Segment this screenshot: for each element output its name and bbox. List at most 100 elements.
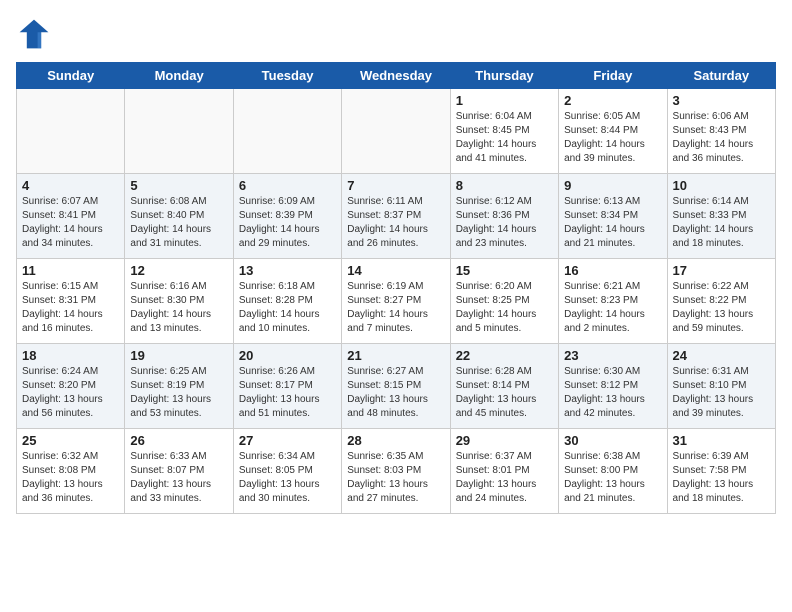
day-info: Sunrise: 6:09 AM Sunset: 8:39 PM Dayligh… — [239, 195, 336, 251]
calendar-cell: 4 Sunrise: 6:07 AM Sunset: 8:41 PM Daylig… — [17, 174, 125, 259]
calendar-cell: 21Sunrise: 6:27 AM Sunset: 8:15 PM Dayli… — [342, 344, 450, 429]
calendar-cell: 19 Sunrise: 6:25 AM Sunset: 8:19 PM Dayli… — [125, 344, 233, 429]
calendar-week-row: 4 Sunrise: 6:07 AM Sunset: 8:41 PM Daylig… — [17, 174, 776, 259]
calendar-header-row: Sunday Monday Tuesday Wednesday Thursday… — [17, 63, 776, 89]
day-info: Sunrise: 6:22 AM Sunset: 8:22 PM Dayligh… — [673, 280, 770, 336]
day-number: 5 — [130, 178, 227, 193]
day-number: 14 — [347, 263, 444, 278]
calendar-cell: 27Sunrise: 6:34 AM Sunset: 8:05 PM Dayli… — [233, 429, 341, 514]
day-info: Sunrise: 6:14 AM Sunset: 8:33 PM Dayligh… — [673, 195, 770, 251]
day-info: Sunrise: 6:32 AM Sunset: 8:08 PM Dayligh… — [22, 450, 119, 506]
day-info: Sunrise: 6:38 AM Sunset: 8:00 PM Dayligh… — [564, 450, 661, 506]
day-number: 19 — [130, 348, 227, 363]
day-info: Sunrise: 6:24 AM Sunset: 8:20 PM Dayligh… — [22, 365, 119, 421]
page: Sunday Monday Tuesday Wednesday Thursday… — [0, 0, 792, 524]
day-number: 7 — [347, 178, 444, 193]
day-info: Sunrise: 6:33 AM Sunset: 8:07 PM Dayligh… — [130, 450, 227, 506]
day-number: 24 — [673, 348, 770, 363]
day-info: Sunrise: 6:19 AM Sunset: 8:27 PM Dayligh… — [347, 280, 444, 336]
calendar-cell: 22Sunrise: 6:28 AM Sunset: 8:14 PM Dayli… — [450, 344, 558, 429]
calendar-cell: 31Sunrise: 6:39 AM Sunset: 7:58 PM Dayli… — [667, 429, 775, 514]
day-number: 20 — [239, 348, 336, 363]
day-info: Sunrise: 6:20 AM Sunset: 8:25 PM Dayligh… — [456, 280, 553, 336]
calendar-cell: 17 Sunrise: 6:22 AM Sunset: 8:22 PM Dayli… — [667, 259, 775, 344]
calendar-week-row: 1Sunrise: 6:04 AM Sunset: 8:45 PM Daylig… — [17, 89, 776, 174]
day-number: 4 — [22, 178, 119, 193]
day-number: 23 — [564, 348, 661, 363]
day-number: 15 — [456, 263, 553, 278]
calendar-cell — [342, 89, 450, 174]
day-info: Sunrise: 6:18 AM Sunset: 8:28 PM Dayligh… — [239, 280, 336, 336]
calendar-cell: 28 Sunrise: 6:35 AM Sunset: 8:03 PM Dayli… — [342, 429, 450, 514]
col-thursday: Thursday — [450, 63, 558, 89]
calendar-cell: 5 Sunrise: 6:08 AM Sunset: 8:40 PM Daylig… — [125, 174, 233, 259]
day-number: 3 — [673, 93, 770, 108]
day-number: 29 — [456, 433, 553, 448]
day-info: Sunrise: 6:11 AM Sunset: 8:37 PM Dayligh… — [347, 195, 444, 251]
day-number: 17 — [673, 263, 770, 278]
day-number: 13 — [239, 263, 336, 278]
logo — [16, 16, 56, 52]
day-info: Sunrise: 6:26 AM Sunset: 8:17 PM Dayligh… — [239, 365, 336, 421]
calendar-cell — [233, 89, 341, 174]
calendar-cell: 6 Sunrise: 6:09 AM Sunset: 8:39 PM Daylig… — [233, 174, 341, 259]
calendar-cell: 8Sunrise: 6:12 AM Sunset: 8:36 PM Daylig… — [450, 174, 558, 259]
day-number: 12 — [130, 263, 227, 278]
calendar-cell: 10 Sunrise: 6:14 AM Sunset: 8:33 PM Dayli… — [667, 174, 775, 259]
day-info: Sunrise: 6:37 AM Sunset: 8:01 PM Dayligh… — [456, 450, 553, 506]
calendar-cell: 9Sunrise: 6:13 AM Sunset: 8:34 PM Daylig… — [559, 174, 667, 259]
calendar-cell: 29 Sunrise: 6:37 AM Sunset: 8:01 PM Dayli… — [450, 429, 558, 514]
col-tuesday: Tuesday — [233, 63, 341, 89]
calendar-cell: 20 Sunrise: 6:26 AM Sunset: 8:17 PM Dayli… — [233, 344, 341, 429]
header — [16, 16, 776, 52]
calendar-cell: 30 Sunrise: 6:38 AM Sunset: 8:00 PM Dayli… — [559, 429, 667, 514]
calendar-cell: 12Sunrise: 6:16 AM Sunset: 8:30 PM Dayli… — [125, 259, 233, 344]
day-info: Sunrise: 6:31 AM Sunset: 8:10 PM Dayligh… — [673, 365, 770, 421]
day-number: 28 — [347, 433, 444, 448]
calendar-cell — [125, 89, 233, 174]
day-info: Sunrise: 6:30 AM Sunset: 8:12 PM Dayligh… — [564, 365, 661, 421]
calendar-week-row: 18 Sunrise: 6:24 AM Sunset: 8:20 PM Dayli… — [17, 344, 776, 429]
day-info: Sunrise: 6:35 AM Sunset: 8:03 PM Dayligh… — [347, 450, 444, 506]
day-info: Sunrise: 6:12 AM Sunset: 8:36 PM Dayligh… — [456, 195, 553, 251]
calendar-body: 1Sunrise: 6:04 AM Sunset: 8:45 PM Daylig… — [17, 89, 776, 514]
day-number: 18 — [22, 348, 119, 363]
calendar-cell: 14 Sunrise: 6:19 AM Sunset: 8:27 PM Dayli… — [342, 259, 450, 344]
day-info: Sunrise: 6:08 AM Sunset: 8:40 PM Dayligh… — [130, 195, 227, 251]
calendar-cell: 23 Sunrise: 6:30 AM Sunset: 8:12 PM Dayli… — [559, 344, 667, 429]
day-number: 10 — [673, 178, 770, 193]
calendar-cell: 13 Sunrise: 6:18 AM Sunset: 8:28 PM Dayli… — [233, 259, 341, 344]
day-number: 16 — [564, 263, 661, 278]
col-sunday: Sunday — [17, 63, 125, 89]
day-number: 30 — [564, 433, 661, 448]
calendar-week-row: 25Sunrise: 6:32 AM Sunset: 8:08 PM Dayli… — [17, 429, 776, 514]
day-number: 26 — [130, 433, 227, 448]
calendar-cell: 24 Sunrise: 6:31 AM Sunset: 8:10 PM Dayli… — [667, 344, 775, 429]
day-info: Sunrise: 6:07 AM Sunset: 8:41 PM Dayligh… — [22, 195, 119, 251]
calendar-cell: 3Sunrise: 6:06 AM Sunset: 8:43 PM Daylig… — [667, 89, 775, 174]
day-number: 22 — [456, 348, 553, 363]
day-info: Sunrise: 6:05 AM Sunset: 8:44 PM Dayligh… — [564, 110, 661, 166]
col-friday: Friday — [559, 63, 667, 89]
calendar-cell — [17, 89, 125, 174]
day-info: Sunrise: 6:39 AM Sunset: 7:58 PM Dayligh… — [673, 450, 770, 506]
col-saturday: Saturday — [667, 63, 775, 89]
calendar-cell: 15 Sunrise: 6:20 AM Sunset: 8:25 PM Dayli… — [450, 259, 558, 344]
day-number: 2 — [564, 93, 661, 108]
day-info: Sunrise: 6:27 AM Sunset: 8:15 PM Dayligh… — [347, 365, 444, 421]
day-info: Sunrise: 6:25 AM Sunset: 8:19 PM Dayligh… — [130, 365, 227, 421]
day-info: Sunrise: 6:21 AM Sunset: 8:23 PM Dayligh… — [564, 280, 661, 336]
day-info: Sunrise: 6:34 AM Sunset: 8:05 PM Dayligh… — [239, 450, 336, 506]
calendar-cell: 18 Sunrise: 6:24 AM Sunset: 8:20 PM Dayli… — [17, 344, 125, 429]
col-wednesday: Wednesday — [342, 63, 450, 89]
calendar-cell: 25Sunrise: 6:32 AM Sunset: 8:08 PM Dayli… — [17, 429, 125, 514]
calendar-cell: 16 Sunrise: 6:21 AM Sunset: 8:23 PM Dayli… — [559, 259, 667, 344]
col-monday: Monday — [125, 63, 233, 89]
logo-icon — [16, 16, 52, 52]
calendar-week-row: 11Sunrise: 6:15 AM Sunset: 8:31 PM Dayli… — [17, 259, 776, 344]
calendar-cell: 1Sunrise: 6:04 AM Sunset: 8:45 PM Daylig… — [450, 89, 558, 174]
day-number: 6 — [239, 178, 336, 193]
calendar-cell: 7 Sunrise: 6:11 AM Sunset: 8:37 PM Daylig… — [342, 174, 450, 259]
day-info: Sunrise: 6:04 AM Sunset: 8:45 PM Dayligh… — [456, 110, 553, 166]
calendar-cell: 26 Sunrise: 6:33 AM Sunset: 8:07 PM Dayli… — [125, 429, 233, 514]
